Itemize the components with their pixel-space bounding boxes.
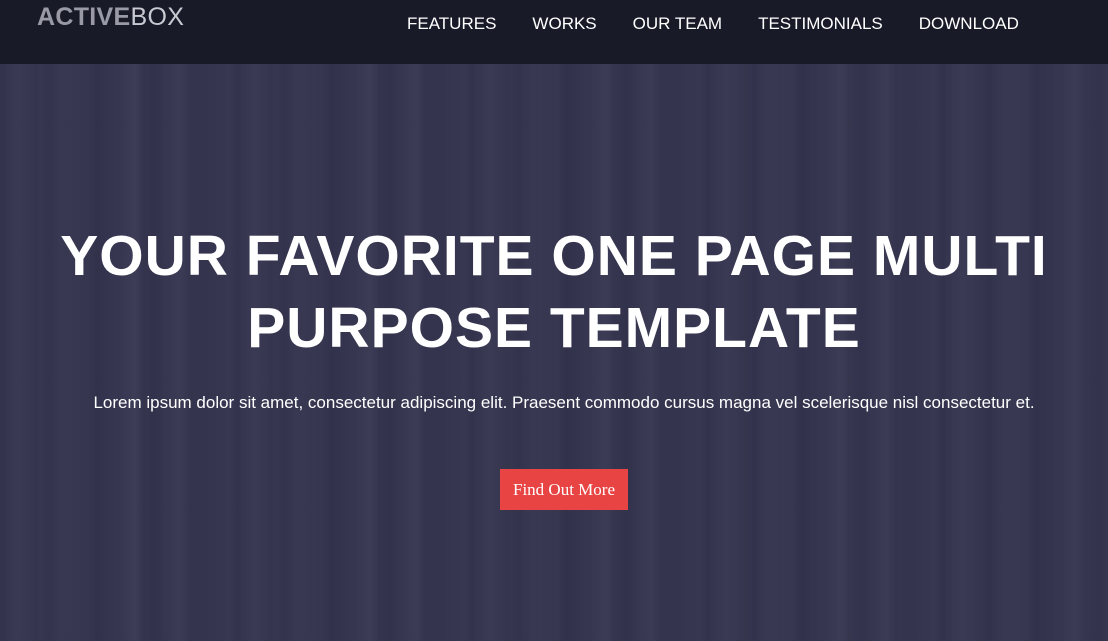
main-nav: FEATURES WORKS OUR TEAM TESTIMONIALS DOW… xyxy=(407,13,1019,35)
nav-item-download[interactable]: DOWNLOAD xyxy=(919,13,1019,35)
logo-bold-text: ACTIVE xyxy=(37,3,131,31)
nav-item-works[interactable]: WORKS xyxy=(532,13,596,35)
brand-logo[interactable]: ACTIVEBOX xyxy=(37,3,184,31)
top-navbar: ACTIVEBOX FEATURES WORKS OUR TEAM TESTIM… xyxy=(0,0,1108,64)
nav-item-our-team[interactable]: OUR TEAM xyxy=(633,13,722,35)
hero-section: YOUR FAVORITE ONE PAGE MULTI PURPOSE TEM… xyxy=(0,0,1108,641)
hero-headline: YOUR FAVORITE ONE PAGE MULTI PURPOSE TEM… xyxy=(60,224,1048,360)
find-out-more-button[interactable]: Find Out More xyxy=(500,469,628,510)
hero-subtitle: Lorem ipsum dolor sit amet, consectetur … xyxy=(93,393,1035,412)
nav-item-testimonials[interactable]: TESTIMONIALS xyxy=(758,13,883,35)
logo-light-text: BOX xyxy=(130,3,185,31)
nav-item-features[interactable]: FEATURES xyxy=(407,13,496,35)
